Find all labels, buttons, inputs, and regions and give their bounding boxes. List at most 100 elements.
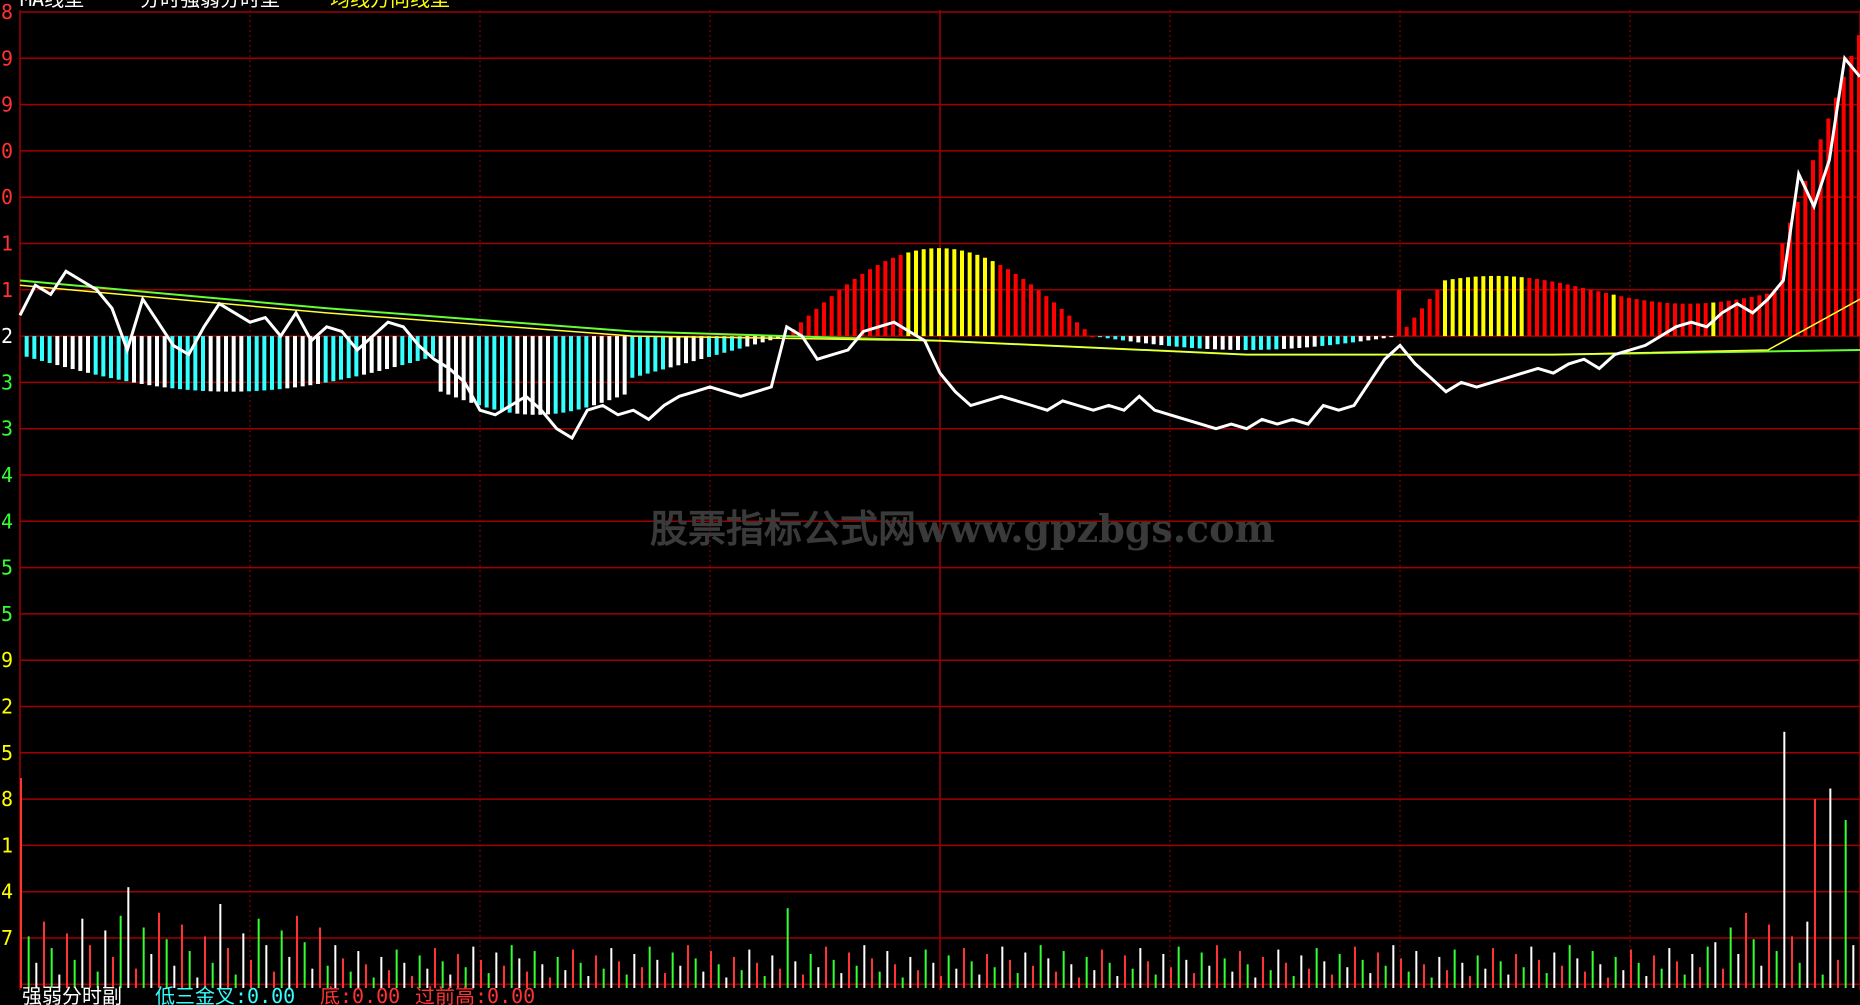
volume-bar <box>81 918 84 988</box>
volume-bar <box>1407 971 1410 988</box>
volume-bar <box>1438 956 1441 988</box>
histogram-bar <box>231 336 236 392</box>
volume-bar <box>27 936 30 988</box>
volume-bar <box>311 968 314 988</box>
histogram-bar <box>1075 322 1079 337</box>
y-axis-labels: 8 9 9 0 0 1 1 2 3 3 4 4 5 5 9 2 5 8 1 4 7 <box>1 0 13 950</box>
volume-bar <box>1714 942 1717 988</box>
histogram-bar <box>638 336 642 376</box>
y-tick-label: 4 <box>1 463 13 487</box>
histogram-bar <box>1504 276 1509 337</box>
histogram-bar <box>1220 336 1225 350</box>
volume-bar <box>740 970 743 988</box>
histogram-bar <box>1650 301 1654 337</box>
volume-bar <box>863 945 866 988</box>
histogram-bar <box>1190 336 1194 348</box>
histogram-bar <box>822 302 826 337</box>
histogram-bar <box>952 249 957 337</box>
histogram-bar <box>1611 294 1616 337</box>
histogram-bar <box>1098 336 1102 338</box>
volume-bar <box>1300 955 1303 988</box>
volume-bar <box>917 970 919 988</box>
volume-bar <box>533 951 536 988</box>
volume-bar <box>1062 951 1065 988</box>
histogram-bar <box>155 336 159 387</box>
volume-bar <box>618 961 620 988</box>
volume-bar <box>1231 971 1234 988</box>
histogram-bar <box>1404 326 1409 337</box>
volume-bar <box>1016 973 1019 988</box>
histogram-bar <box>109 336 113 379</box>
volume-tick-label: 9 <box>1 648 13 672</box>
volume-bar <box>1024 952 1027 988</box>
volume-bar <box>756 962 758 988</box>
volume-bar <box>1760 965 1763 988</box>
volume-bar <box>1223 958 1226 988</box>
histogram-bar <box>1006 269 1010 337</box>
histogram-bar <box>1634 299 1639 337</box>
volume-tick-label: 5 <box>1 741 13 765</box>
histogram-bar <box>1841 76 1846 337</box>
volume-bar <box>832 959 835 988</box>
volume-bar <box>1492 948 1494 988</box>
volume-bar <box>932 962 935 988</box>
histogram-bar <box>162 336 167 388</box>
volume-bar <box>1346 967 1349 988</box>
y-tick-label: 5 <box>1 556 13 580</box>
volume-bar <box>1837 959 1839 988</box>
histogram-bar <box>1128 336 1133 342</box>
histogram-bar <box>852 278 857 337</box>
histogram-bar <box>1512 276 1516 337</box>
histogram-bar <box>1259 336 1263 350</box>
histogram-bar <box>607 336 612 401</box>
histogram-bar <box>369 336 374 373</box>
histogram-bar <box>93 336 98 375</box>
volume-bar <box>710 951 712 988</box>
histogram-bar <box>1351 336 1355 343</box>
histogram-bar <box>500 336 504 412</box>
volume-bar <box>771 955 774 988</box>
volume-bar <box>1415 951 1418 988</box>
histogram-bar <box>1519 277 1524 337</box>
histogram-bar <box>576 336 581 410</box>
histogram-bar <box>1335 336 1340 345</box>
volume-bar <box>1706 946 1709 988</box>
volume-bar <box>1116 976 1119 988</box>
volume-bar <box>679 965 682 988</box>
histogram-bar <box>1036 290 1041 337</box>
histogram-bar <box>339 336 343 380</box>
volume-bar <box>334 945 337 988</box>
histogram-bar <box>998 264 1003 337</box>
histogram-bar <box>1366 336 1371 341</box>
histogram-bar <box>837 290 842 337</box>
volume-bar <box>1614 956 1617 988</box>
histogram-bar <box>461 336 466 401</box>
volume-bar <box>1292 976 1295 988</box>
volume-bar <box>901 977 904 988</box>
volume-bar <box>89 945 91 988</box>
volume-bar <box>1139 948 1142 988</box>
histogram-bar <box>285 336 290 389</box>
volume-bar <box>894 964 896 988</box>
histogram-bar <box>1450 279 1455 337</box>
histogram-bar <box>1588 289 1593 337</box>
histogram-bar <box>55 336 60 366</box>
y-tick-label: 5 <box>1 602 13 626</box>
histogram-bar <box>1044 296 1049 337</box>
volume-bar <box>66 933 68 988</box>
histogram-bar <box>1542 280 1547 337</box>
volume-bar <box>702 971 705 988</box>
volume-bar <box>1852 945 1855 988</box>
histogram-bar <box>661 336 665 370</box>
histogram-bar <box>1328 336 1332 346</box>
histogram-bar <box>1159 336 1164 346</box>
volume-bar <box>1622 970 1625 988</box>
volume-bar <box>1055 971 1057 988</box>
histogram-bar <box>937 248 941 337</box>
volume-bar <box>127 887 130 988</box>
histogram-bar <box>116 336 121 380</box>
volume-bar <box>1461 962 1464 988</box>
histogram-bar <box>1282 336 1286 349</box>
volume-bar <box>1683 974 1686 988</box>
histogram-bar <box>139 336 144 384</box>
